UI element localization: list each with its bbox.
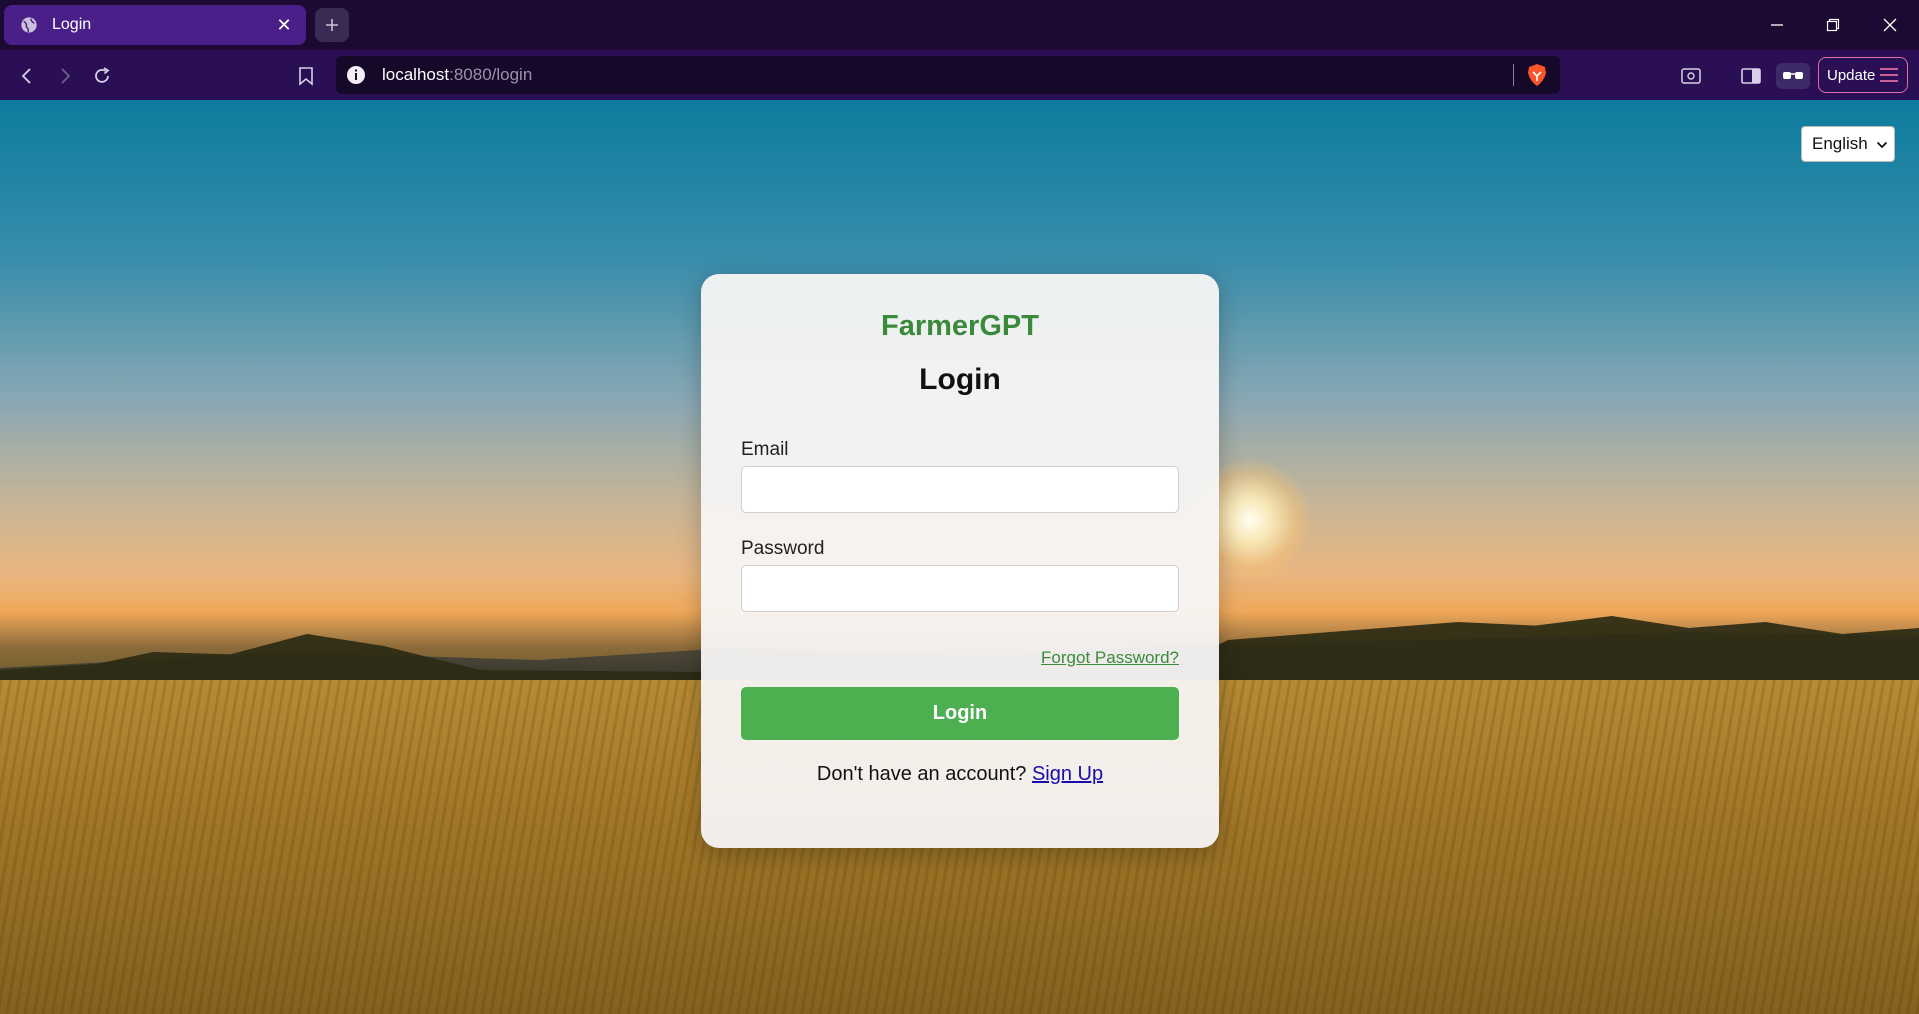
arrow-right-icon (61, 68, 71, 84)
login-card: FarmerGPT Login Email Password Forgot Pa… (701, 274, 1219, 848)
browser-tab[interactable]: Login ✕ (4, 5, 306, 45)
page-viewport: English FarmerGPT Login Email Password F… (0, 100, 1919, 1014)
email-label: Email (741, 439, 789, 460)
tab-title: Login (52, 16, 92, 33)
page-title: Login (919, 363, 1001, 396)
sidebar-toggle-button[interactable] (1738, 63, 1764, 89)
forgot-password-link[interactable]: Forgot Password? (1041, 648, 1179, 668)
close-window-button[interactable] (1877, 12, 1903, 38)
navigation-bar: localhost:8080/login Update (0, 50, 1919, 100)
menu-icon (1880, 68, 1898, 82)
bookmark-button[interactable] (293, 63, 319, 89)
restore-icon (1826, 18, 1840, 32)
login-button[interactable]: Login (741, 687, 1179, 740)
reader-icon (1681, 68, 1701, 84)
signup-prompt: Don't have an account? (816, 763, 1027, 785)
restore-button[interactable] (1820, 12, 1846, 38)
address-bar[interactable]: localhost:8080/login (336, 56, 1560, 94)
minimize-button[interactable] (1764, 12, 1790, 38)
plus-icon (326, 19, 338, 31)
close-tab-icon[interactable]: ✕ (274, 15, 294, 36)
password-field[interactable] (741, 565, 1179, 612)
brave-shield-icon[interactable] (1526, 63, 1548, 87)
globe-icon (21, 17, 37, 33)
sidebar-icon (1741, 68, 1761, 84)
close-icon (1883, 18, 1897, 32)
url-separator (1513, 64, 1514, 86)
minimize-icon (1771, 24, 1783, 26)
language-select[interactable]: English (1801, 126, 1895, 162)
wallet-button[interactable] (1776, 63, 1810, 89)
new-tab-button[interactable] (315, 8, 349, 42)
brand-title: FarmerGPT (881, 310, 1039, 342)
reload-button[interactable] (89, 63, 115, 89)
url-text: localhost:8080/login (382, 65, 533, 84)
signup-line: Don't have an account? Sign Up (701, 763, 1219, 786)
password-label: Password (741, 538, 825, 559)
arrow-left-icon (21, 68, 31, 84)
forward-button[interactable] (52, 63, 78, 89)
language-value: English (1812, 134, 1868, 153)
tab-bar: Login ✕ (0, 0, 1919, 50)
bookmark-icon (299, 67, 313, 86)
update-button[interactable]: Update (1818, 57, 1908, 93)
glasses-icon (1783, 72, 1803, 79)
update-label: Update (1827, 66, 1876, 84)
reader-mode-button[interactable] (1678, 63, 1704, 89)
signup-link[interactable]: Sign Up (1032, 763, 1103, 785)
back-button[interactable] (14, 63, 40, 89)
email-field[interactable] (741, 466, 1179, 513)
info-icon[interactable] (346, 65, 366, 85)
chevron-down-icon (1876, 141, 1888, 149)
reload-icon (95, 67, 110, 83)
